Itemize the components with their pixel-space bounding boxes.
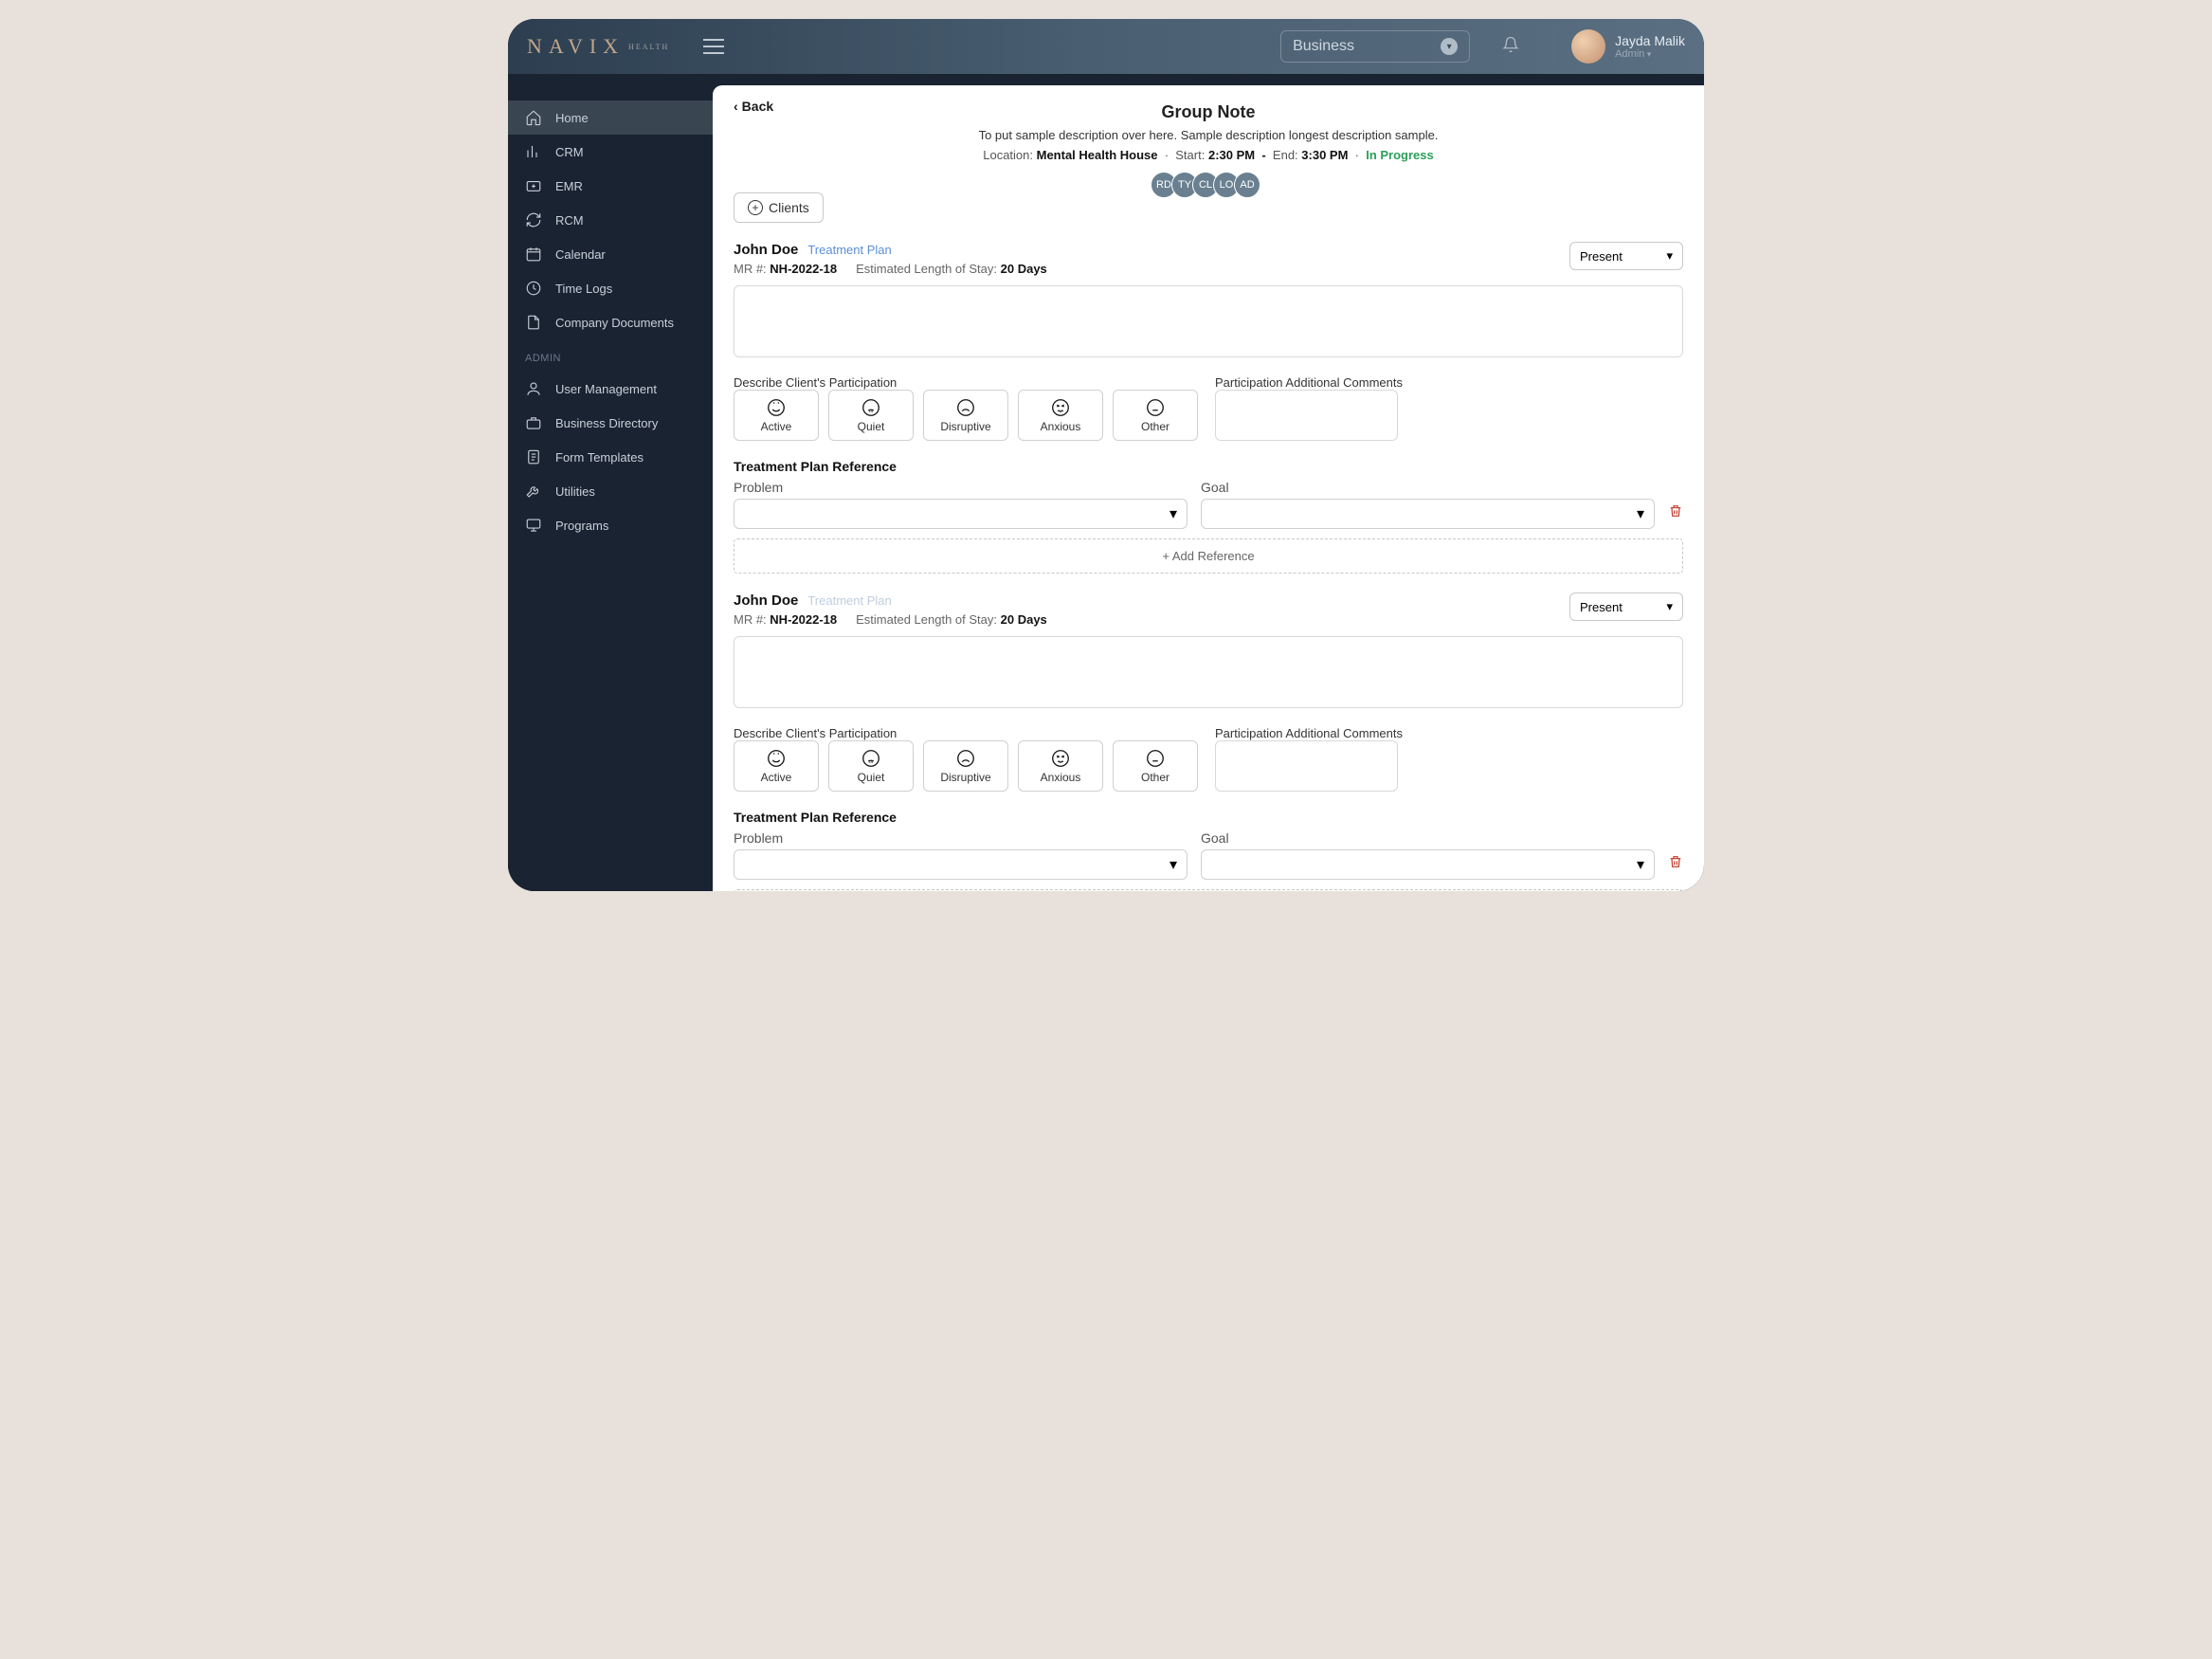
sidebar-section-admin: ADMIN xyxy=(508,339,713,372)
page-title: Group Note xyxy=(734,102,1683,122)
page-meta: Location: Mental Health House · Start: 2… xyxy=(734,148,1683,162)
treatment-plan-link[interactable]: Treatment Plan xyxy=(807,243,891,257)
folder-plus-icon xyxy=(525,177,542,194)
sidebar-item-crm[interactable]: CRM xyxy=(508,135,713,169)
sidebar-item-user-mgmt[interactable]: User Management xyxy=(508,372,713,406)
sidebar-item-home[interactable]: Home xyxy=(508,100,713,135)
problem-select[interactable]: ▾ xyxy=(734,849,1188,880)
client-name: John Doe xyxy=(734,242,798,258)
form-icon xyxy=(525,448,542,465)
participation-option-other[interactable]: Other xyxy=(1113,740,1198,792)
user-role: Admin xyxy=(1615,48,1685,60)
sidebar-item-utilities[interactable]: Utilities xyxy=(508,474,713,508)
participation-comments-label: Participation Additional Comments xyxy=(1215,375,1683,390)
goal-label: Goal xyxy=(1201,830,1655,846)
chevron-down-icon: ▾ xyxy=(1169,855,1177,874)
file-icon xyxy=(525,314,542,331)
treatment-plan-link: Treatment Plan xyxy=(807,593,891,608)
sidebar-item-timelogs[interactable]: Time Logs xyxy=(508,271,713,305)
sidebar-item-rcm[interactable]: RCM xyxy=(508,203,713,237)
user-name: Jayda Malik xyxy=(1615,33,1685,48)
back-button[interactable]: ‹ Back xyxy=(734,99,773,114)
note-textarea[interactable] xyxy=(734,285,1683,357)
logo: NAVIX HEALTH xyxy=(527,34,669,59)
problem-label: Problem xyxy=(734,480,1188,495)
participation-comments-input[interactable] xyxy=(1215,390,1398,441)
monitor-icon xyxy=(525,517,542,534)
add-reference-button[interactable]: + Add Reference xyxy=(734,889,1683,891)
sidebar-item-docs[interactable]: Company Documents xyxy=(508,305,713,339)
chevron-down-icon: ▾ xyxy=(1637,855,1644,874)
goal-select[interactable]: ▾ xyxy=(1201,499,1655,529)
chevron-down-icon: ▾ xyxy=(1169,504,1177,523)
sidebar-item-calendar[interactable]: Calendar xyxy=(508,237,713,271)
sidebar-item-biz-dir[interactable]: Business Directory xyxy=(508,406,713,440)
chevron-down-icon: ▾ xyxy=(1666,248,1673,264)
participation-label: Describe Client's Participation xyxy=(734,375,1202,390)
client-block: John Doe Treatment Plan MR #: NH-2022-18… xyxy=(734,242,1683,574)
chevron-left-icon: ‹ xyxy=(734,99,738,114)
avatar xyxy=(1571,29,1605,64)
briefcase-icon xyxy=(525,414,542,431)
home-icon xyxy=(525,109,542,126)
user-icon xyxy=(525,380,542,397)
chevron-down-icon: ▾ xyxy=(1666,599,1673,614)
delete-reference-button[interactable] xyxy=(1668,854,1683,874)
sidebar: Home CRM EMR RCM Calendar Time Logs xyxy=(508,74,713,891)
clock-icon xyxy=(525,280,542,297)
note-textarea[interactable] xyxy=(734,636,1683,708)
chevron-down-icon: ▾ xyxy=(1441,38,1458,55)
user-menu[interactable]: Jayda Malik Admin xyxy=(1553,29,1685,64)
wrench-icon xyxy=(525,483,542,500)
client-name: John Doe xyxy=(734,592,798,609)
participation-option-quiet[interactable]: Quiet xyxy=(828,740,914,792)
presence-select[interactable]: Present ▾ xyxy=(1569,242,1683,270)
bars-icon xyxy=(525,143,542,160)
presence-select[interactable]: Present ▾ xyxy=(1569,592,1683,621)
delete-reference-button[interactable] xyxy=(1668,503,1683,523)
goal-label: Goal xyxy=(1201,480,1655,495)
treatment-ref-header: Treatment Plan Reference xyxy=(734,810,1683,825)
status-badge: In Progress xyxy=(1366,148,1434,162)
clients-button[interactable]: + Clients xyxy=(734,192,824,223)
participation-option-anxious[interactable]: Anxious xyxy=(1018,390,1103,441)
treatment-ref-header: Treatment Plan Reference xyxy=(734,459,1683,474)
refresh-icon xyxy=(525,211,542,228)
plus-icon: + xyxy=(748,200,763,215)
chevron-down-icon: ▾ xyxy=(1637,504,1644,523)
app-frame: NAVIX HEALTH Business ▾ Jayda Malik Admi… xyxy=(508,19,1704,891)
participation-option-active[interactable]: Active xyxy=(734,740,819,792)
goal-select[interactable]: ▾ xyxy=(1201,849,1655,880)
participation-comments-label: Participation Additional Comments xyxy=(1215,726,1683,740)
participation-option-disruptive[interactable]: Disruptive xyxy=(923,390,1008,441)
participation-option-quiet[interactable]: Quiet xyxy=(828,390,914,441)
menu-toggle-icon[interactable] xyxy=(703,39,724,54)
problem-select[interactable]: ▾ xyxy=(734,499,1188,529)
participation-option-anxious[interactable]: Anxious xyxy=(1018,740,1103,792)
participation-option-active[interactable]: Active xyxy=(734,390,819,441)
sidebar-item-forms[interactable]: Form Templates xyxy=(508,440,713,474)
notifications-icon[interactable] xyxy=(1502,36,1519,58)
main-content: ‹ Back Group Note To put sample descript… xyxy=(713,85,1704,891)
avatar-chip: AD xyxy=(1234,172,1260,198)
participation-option-disruptive[interactable]: Disruptive xyxy=(923,740,1008,792)
participation-label: Describe Client's Participation xyxy=(734,726,1202,740)
sidebar-item-programs[interactable]: Programs xyxy=(508,508,713,542)
participation-comments-input[interactable] xyxy=(1215,740,1398,792)
topbar: NAVIX HEALTH Business ▾ Jayda Malik Admi… xyxy=(508,19,1704,74)
sidebar-item-emr[interactable]: EMR xyxy=(508,169,713,203)
page-description: To put sample description over here. Sam… xyxy=(734,128,1683,142)
calendar-icon xyxy=(525,246,542,263)
participation-option-other[interactable]: Other xyxy=(1113,390,1198,441)
problem-label: Problem xyxy=(734,830,1188,846)
business-selector[interactable]: Business ▾ xyxy=(1280,30,1470,63)
client-block: John Doe Treatment Plan MR #: NH-2022-18… xyxy=(734,592,1683,891)
add-reference-button[interactable]: + Add Reference xyxy=(734,538,1683,574)
